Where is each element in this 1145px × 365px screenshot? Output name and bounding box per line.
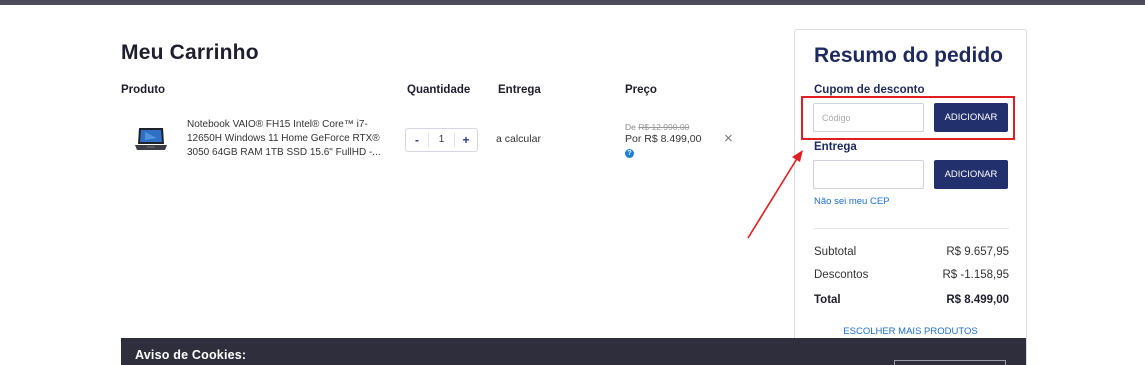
remove-item-icon[interactable]: × <box>724 131 733 146</box>
discounts-label: Descontos <box>814 269 869 281</box>
add-cep-button[interactable]: ADICIONAR <box>934 160 1008 189</box>
column-header-price: Preço <box>625 84 657 96</box>
cart-title: Meu Carrinho <box>121 41 259 64</box>
top-bar <box>0 0 1145 5</box>
order-summary-panel: Resumo do pedido Cupom de desconto ADICI… <box>794 29 1027 365</box>
cookie-notice-title: Aviso de Cookies: <box>135 348 247 362</box>
quantity-stepper: - 1 + <box>405 128 478 152</box>
coupon-label: Cupom de desconto <box>814 84 925 96</box>
delivery-label: Entrega <box>814 141 857 153</box>
delivery-value: a calcular <box>496 133 541 145</box>
quantity-decrease-button[interactable]: - <box>406 133 428 147</box>
quantity-value[interactable]: 1 <box>428 133 455 147</box>
product-name[interactable]: Notebook VAIO® FH15 Intel® Core™ i7-1265… <box>187 118 392 160</box>
choose-more-products-link[interactable]: ESCOLHER MAIS PRODUTOS <box>795 326 1026 337</box>
product-image[interactable] <box>133 126 169 154</box>
subtotal-value: R$ 9.657,95 <box>946 246 1009 258</box>
current-price: Por R$ 8.499,00 <box>625 133 702 145</box>
original-price: De R$ 12.990,00 <box>625 122 689 132</box>
column-header-quantity: Quantidade <box>407 84 471 96</box>
summary-divider <box>814 228 1009 229</box>
dont-know-cep-link[interactable]: Não sei meu CEP <box>814 196 890 207</box>
help-icon[interactable]: ? <box>625 149 634 158</box>
subtotal-label: Subtotal <box>814 246 857 258</box>
cookie-accept-button[interactable] <box>894 360 1006 365</box>
total-row: Total R$ 8.499,00 <box>814 294 1009 306</box>
quantity-increase-button[interactable]: + <box>455 133 477 147</box>
coupon-input[interactable] <box>813 103 924 132</box>
subtotal-row: Subtotal R$ 9.657,95 <box>814 246 1009 258</box>
total-value: R$ 8.499,00 <box>946 294 1009 306</box>
discounts-row: Descontos R$ -1.158,95 <box>814 269 1009 281</box>
summary-title: Resumo do pedido <box>814 44 1003 67</box>
add-coupon-button[interactable]: ADICIONAR <box>934 103 1008 132</box>
column-header-delivery: Entrega <box>498 84 541 96</box>
cookie-notice-bar: Aviso de Cookies: <box>121 338 1026 365</box>
column-header-product: Produto <box>121 84 166 96</box>
total-label: Total <box>814 294 841 306</box>
original-price-prefix: De <box>625 122 639 132</box>
cep-input[interactable] <box>813 160 924 189</box>
original-price-value: R$ 12.990,00 <box>638 122 690 132</box>
discounts-value: R$ -1.158,95 <box>942 269 1010 281</box>
